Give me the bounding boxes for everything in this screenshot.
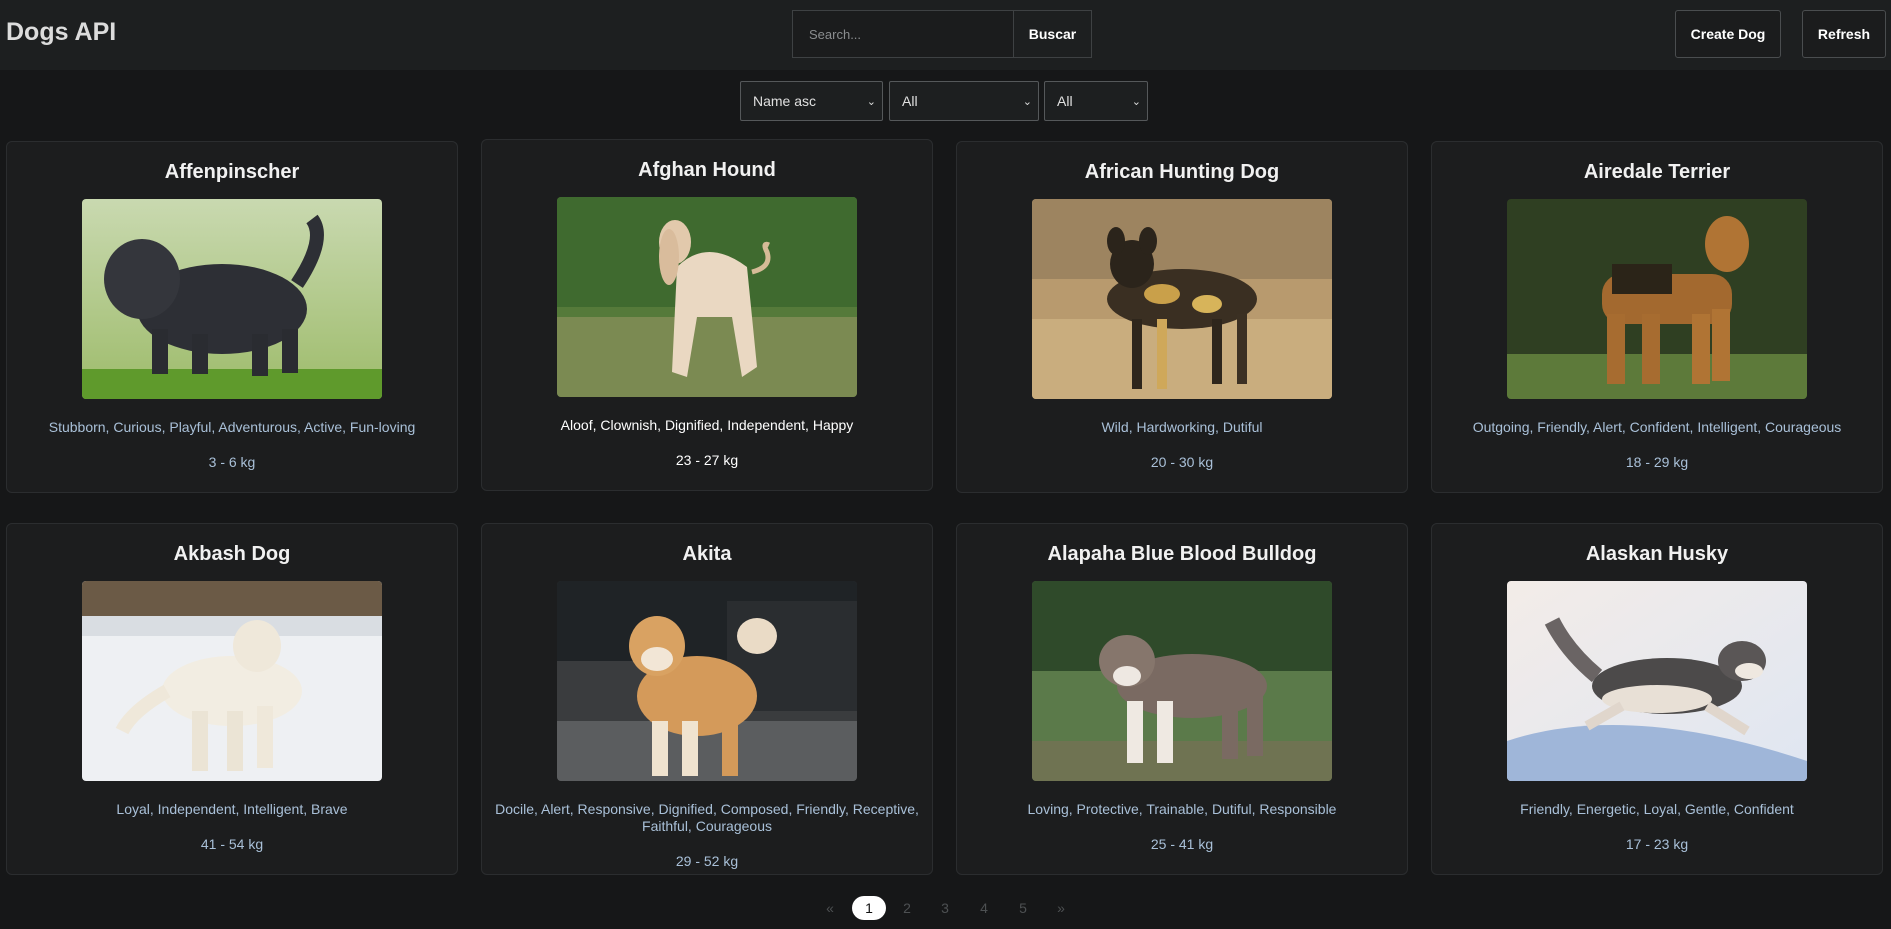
pagination-prev[interactable]: «: [820, 896, 840, 920]
dog-temperament: Outgoing, Friendly, Alert, Confident, In…: [1472, 419, 1842, 435]
dog-temperament: Loyal, Independent, Intelligent, Brave: [116, 801, 348, 817]
dog-temperament: Aloof, Clownish, Dignified, Independent,…: [560, 417, 854, 433]
dog-name: African Hunting Dog: [1084, 161, 1280, 183]
dog-weight: 17 - 23 kg: [1625, 836, 1689, 852]
dog-card[interactable]: Alapaha Blue Blood Bulldog Loving, Prote…: [956, 523, 1408, 875]
dog-photo: [1507, 581, 1807, 781]
dog-weight: 23 - 27 kg: [675, 452, 739, 468]
sort-select-value: Name asc: [753, 93, 817, 109]
app-title: Dogs API: [6, 18, 117, 46]
dog-photo: [1507, 199, 1807, 399]
dog-temperament: Wild, Hardworking, Dutiful: [1101, 419, 1263, 435]
dog-weight: 25 - 41 kg: [1150, 836, 1214, 852]
create-dog-button[interactable]: Create Dog: [1675, 10, 1781, 58]
search-button[interactable]: Buscar: [1013, 11, 1091, 57]
page-2-button[interactable]: 2: [897, 896, 917, 920]
dog-name: Alaskan Husky: [1585, 543, 1729, 565]
chevron-down-icon: ⌄: [1131, 95, 1141, 108]
dog-temperament: Stubborn, Curious, Playful, Adventurous,…: [48, 419, 416, 435]
dog-card[interactable]: Alaskan Husky Friendly, Energetic, Loyal…: [1431, 523, 1883, 875]
dog-card[interactable]: Akbash Dog Loyal, Independent, Intellige…: [6, 523, 458, 875]
dog-card[interactable]: Airedale Terrier Outgoing, Friendly, Ale…: [1431, 141, 1883, 493]
dog-photo: [1032, 199, 1332, 399]
page-1-button[interactable]: 1: [852, 896, 886, 920]
origin-select-value: All: [1057, 93, 1073, 109]
chevron-down-icon: ⌄: [866, 95, 876, 108]
dog-photo: [82, 199, 382, 399]
origin-select[interactable]: All ⌄: [1044, 81, 1148, 121]
page-3-button[interactable]: 3: [935, 896, 955, 920]
refresh-button[interactable]: Refresh: [1802, 10, 1886, 58]
dog-card[interactable]: Afghan Hound Aloof, Clownish, Dignified,…: [481, 139, 933, 491]
page-4-button[interactable]: 4: [974, 896, 994, 920]
dog-photo: [1032, 581, 1332, 781]
dog-weight: 41 - 54 kg: [200, 836, 264, 852]
pagination-next[interactable]: »: [1051, 896, 1071, 920]
dog-card[interactable]: African Hunting Dog Wild, Hardworking, D…: [956, 141, 1408, 493]
search-input[interactable]: [793, 11, 1013, 57]
dog-temperament: Loving, Protective, Trainable, Dutiful, …: [1027, 801, 1337, 817]
dog-name: Affenpinscher: [164, 161, 300, 183]
dog-photo: [557, 197, 857, 397]
top-bar: Dogs API Buscar Create Dog Refresh: [0, 0, 1891, 70]
dog-name: Airedale Terrier: [1583, 161, 1731, 183]
dog-name: Afghan Hound: [638, 159, 776, 181]
dog-card[interactable]: Akita Docile, Alert, Responsive, Dignifi…: [481, 523, 933, 875]
dog-card[interactable]: Affenpinscher Stubborn, Curious, Playful…: [6, 141, 458, 493]
dog-weight: 3 - 6 kg: [208, 454, 256, 470]
chevron-down-icon: ⌄: [1022, 95, 1032, 108]
page-5-button[interactable]: 5: [1013, 896, 1033, 920]
dog-weight: 29 - 52 kg: [675, 853, 739, 869]
sort-select[interactable]: Name asc ⌄: [740, 81, 883, 121]
dog-photo: [82, 581, 382, 781]
dog-photo: [557, 581, 857, 781]
pagination: « 1 2 3 4 5 »: [0, 896, 1891, 924]
temperament-select-value: All: [902, 93, 918, 109]
dog-temperament: Friendly, Energetic, Loyal, Gentle, Conf…: [1520, 801, 1794, 817]
dog-weight: 18 - 29 kg: [1625, 454, 1689, 470]
temperament-select[interactable]: All ⌄: [889, 81, 1039, 121]
dog-name: Akbash Dog: [173, 543, 291, 565]
dog-weight: 20 - 30 kg: [1150, 454, 1214, 470]
dog-name: Akita: [682, 543, 732, 565]
dog-temperament: Docile, Alert, Responsive, Dignified, Co…: [495, 801, 919, 834]
dog-name: Alapaha Blue Blood Bulldog: [1047, 543, 1317, 565]
search-box: Buscar: [792, 10, 1092, 58]
